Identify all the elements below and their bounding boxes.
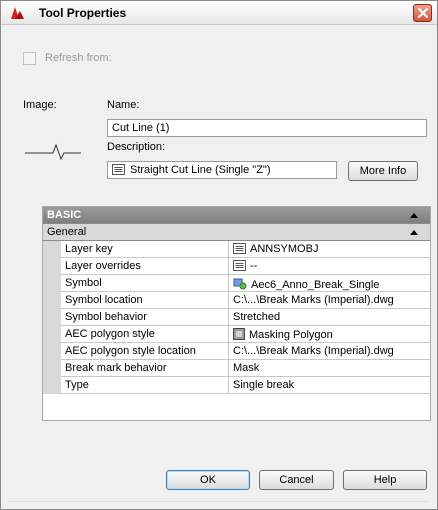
row-indent	[43, 241, 61, 258]
property-name: Layer key	[61, 241, 229, 258]
table-row[interactable]: Symbol location C:\...\Break Marks (Impe…	[43, 292, 430, 309]
category-basic-label: BASIC	[47, 209, 82, 221]
divider	[9, 501, 429, 502]
row-indent	[43, 377, 61, 394]
cancel-button[interactable]: Cancel	[259, 470, 334, 490]
property-value[interactable]: Aec6_Anno_Break_Single	[230, 275, 430, 292]
property-value-text: ANNSYMOBJ	[250, 243, 319, 255]
refresh-from-checkbox[interactable]	[23, 52, 36, 65]
property-value[interactable]: Single break	[230, 377, 430, 394]
table-row[interactable]: Type Single break	[43, 377, 430, 394]
layer-overrides-icon	[233, 260, 246, 271]
table-row[interactable]: Layer key ANNSYMOBJ	[43, 241, 430, 258]
property-value[interactable]: C:\...\Break Marks (Imperial).dwg	[230, 343, 430, 360]
property-name: Type	[61, 377, 229, 394]
row-indent	[43, 275, 61, 292]
row-indent	[43, 343, 61, 360]
row-indent	[43, 292, 61, 309]
property-value[interactable]: Stretched	[230, 309, 430, 326]
property-value-text: Aec6_Anno_Break_Single	[251, 279, 380, 291]
property-grid: BASIC General Layer key ANNSYMOBJ Layer …	[42, 206, 431, 421]
property-value[interactable]: --	[230, 258, 430, 275]
category-general-header[interactable]: General	[43, 224, 430, 241]
layer-key-icon	[233, 243, 246, 254]
property-value-text: Masking Polygon	[249, 329, 333, 341]
help-button[interactable]: Help	[343, 470, 427, 490]
property-name: Symbol behavior	[61, 309, 229, 326]
cut-line-preview-icon	[25, 143, 81, 161]
refresh-from-label: Refresh from:	[45, 52, 112, 64]
property-value-text: --	[250, 260, 258, 272]
property-name: Layer overrides	[61, 258, 229, 275]
property-name: AEC polygon style location	[61, 343, 229, 360]
close-icon	[417, 7, 429, 19]
property-value[interactable]: ANNSYMOBJ	[230, 241, 430, 258]
property-value[interactable]: Masking Polygon	[230, 326, 430, 343]
autocad-app-icon	[11, 7, 24, 19]
property-rows: Layer key ANNSYMOBJ Layer overrides -- S…	[43, 241, 430, 394]
name-field[interactable]: Cut Line (1)	[107, 119, 427, 137]
table-row[interactable]: AEC polygon style Masking Polygon	[43, 326, 430, 343]
collapse-arrow-icon[interactable]	[410, 230, 418, 235]
table-row[interactable]: AEC polygon style location C:\...\Break …	[43, 343, 430, 360]
collapse-arrow-icon[interactable]	[410, 213, 418, 218]
more-info-button[interactable]: More Info	[348, 161, 418, 181]
tool-properties-dialog: Tool Properties Refresh from: Image: Nam…	[0, 0, 438, 510]
description-list-icon	[112, 164, 125, 175]
property-value[interactable]: Mask	[230, 360, 430, 377]
table-row[interactable]: Layer overrides --	[43, 258, 430, 275]
name-label: Name:	[107, 99, 140, 111]
image-label: Image:	[23, 99, 57, 111]
category-basic-header[interactable]: BASIC	[43, 207, 430, 224]
table-row[interactable]: Break mark behavior Mask	[43, 360, 430, 377]
row-indent	[43, 360, 61, 377]
category-general-label: General	[47, 226, 87, 238]
table-row[interactable]: Symbol Aec6_Anno_Break_Single	[43, 275, 430, 292]
description-field[interactable]: Straight Cut Line (Single "Z")	[107, 161, 337, 179]
title-bar: Tool Properties	[1, 1, 437, 25]
row-indent	[43, 309, 61, 326]
property-value[interactable]: C:\...\Break Marks (Imperial).dwg	[230, 292, 430, 309]
table-row[interactable]: Symbol behavior Stretched	[43, 309, 430, 326]
polygon-style-icon	[233, 328, 245, 340]
row-indent	[43, 326, 61, 343]
window-title: Tool Properties	[39, 6, 127, 20]
property-name: AEC polygon style	[61, 326, 229, 343]
row-indent	[43, 258, 61, 275]
description-label: Description:	[107, 141, 166, 153]
property-name: Symbol location	[61, 292, 229, 309]
description-value: Straight Cut Line (Single "Z")	[130, 164, 271, 176]
property-name: Break mark behavior	[61, 360, 229, 377]
symbol-icon	[233, 278, 247, 290]
property-name: Symbol	[61, 275, 229, 292]
close-button[interactable]	[413, 4, 432, 22]
ok-button[interactable]: OK	[166, 470, 250, 490]
